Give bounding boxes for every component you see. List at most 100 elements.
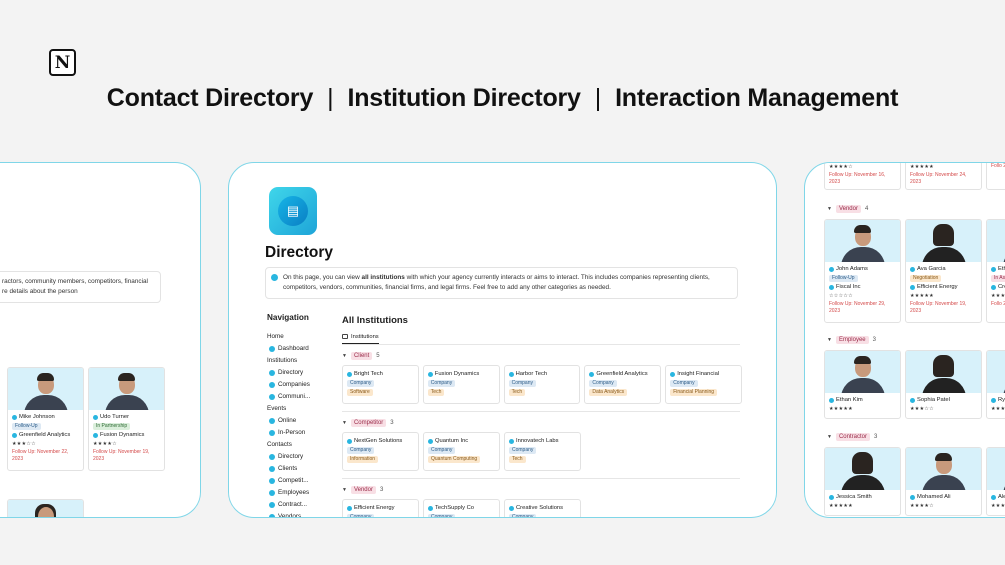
person-card[interactable]: Eth In Ass Cre ★★★ Follo 2023: [986, 219, 1005, 323]
nav-item[interactable]: In-Person: [267, 427, 337, 439]
group-count: 5: [376, 353, 380, 359]
institution-card[interactable]: Harbor Tech Company Tech: [503, 365, 581, 404]
institution-card[interactable]: Quantum Inc Company Quantum Computing: [423, 432, 500, 471]
person-icon: [991, 495, 996, 500]
status-badge: Follow-Up: [829, 275, 858, 282]
nav-item[interactable]: Dashboard: [267, 343, 337, 355]
type-badge: Company: [589, 380, 617, 387]
nav-item[interactable]: Vendors: [267, 511, 337, 518]
person-name: Udo Turner: [100, 414, 129, 420]
nav-item[interactable]: Contract...: [267, 499, 337, 511]
group-name: Competitor: [350, 419, 387, 427]
rating-stars: ☆☆☆☆☆: [829, 293, 853, 299]
nav-item[interactable]: Communi...: [267, 391, 337, 403]
person-card[interactable]: [7, 499, 84, 517]
collapse-toggle-icon[interactable]: ▼: [342, 487, 347, 493]
group-header[interactable]: ▼ Competitor 3: [342, 419, 742, 427]
institution-card[interactable]: Innovatech Labs Company Tech: [504, 432, 581, 471]
group-header[interactable]: ▼ Client 5: [342, 352, 742, 360]
person-photo: [987, 351, 1005, 393]
nav-item[interactable]: Clients: [267, 463, 337, 475]
group-header[interactable]: ▼ Vendor 4: [827, 205, 868, 213]
callout-text: On this page, you can view: [283, 274, 362, 281]
person-card[interactable]: Udo Turner In Partnership Fusion Dynamic…: [88, 367, 165, 471]
institution-name: Insight Financial: [677, 371, 720, 377]
institution-icon: [347, 505, 352, 511]
callout-line: ractors, community members, competitors,…: [2, 278, 148, 285]
institution-card[interactable]: Fusion Dynamics Company Tech: [422, 365, 500, 404]
group-header[interactable]: ▼ Employee 3: [827, 336, 876, 344]
person-card[interactable]: Mohamed Ali ★★★★☆: [905, 447, 982, 516]
institution-card[interactable]: Insight Financial Company Financial Planni…: [665, 365, 742, 404]
person-card[interactable]: John Adams Follow-Up Fiscal Inc ☆☆☆☆☆ Follow…: [824, 219, 901, 323]
gallery-row: Bright Tech Company Software Fusion Dynamic…: [342, 365, 742, 404]
person-card[interactable]: Ethan Kim ★★★★★: [824, 350, 901, 419]
institution-name: Quantum Inc: [435, 438, 469, 444]
divider: [342, 344, 740, 345]
person-card[interactable]: Sophia Patel ★★★☆☆: [905, 350, 982, 419]
page-icon: [269, 430, 275, 436]
collapse-toggle-icon[interactable]: ▼: [827, 434, 832, 440]
collapse-toggle-icon[interactable]: ▼: [827, 337, 832, 343]
person-card[interactable]: Ava Garcia Negotiation Efficient Energy ★★★…: [905, 219, 982, 323]
nav-item: Events: [267, 403, 337, 415]
institution-card[interactable]: NextGen Solutions Company Information: [342, 432, 419, 471]
person-name: Ale: [998, 494, 1005, 500]
nav-item: Contacts: [267, 439, 337, 451]
institution-card[interactable]: Creative Solutions Company: [504, 499, 581, 517]
headline-interaction: Interaction Management: [615, 84, 899, 112]
person-icon: [910, 398, 915, 403]
person-card[interactable]: Jessica Smith ★★★★★: [824, 447, 901, 516]
group-header[interactable]: ▼ Vendor 3: [342, 486, 742, 494]
nav-item[interactable]: Companies: [267, 379, 337, 391]
person-photo: [906, 351, 981, 393]
collapse-toggle-icon[interactable]: ▼: [342, 420, 347, 426]
institution-card[interactable]: Bright Tech Company Software: [342, 365, 419, 404]
nav-item[interactable]: Directory: [267, 367, 337, 379]
rating-stars: ★★★★☆: [910, 503, 934, 509]
view-tab-institutions[interactable]: Institutions: [342, 334, 379, 344]
institution-card[interactable]: Efficient Energy Company: [342, 499, 419, 517]
navigation-title: Navigation: [267, 313, 309, 322]
page-icon: [269, 454, 275, 460]
person-card[interactable]: Follo 2023: [986, 163, 1005, 190]
institution-card[interactable]: Greenfield Analytics Company Data Analytic…: [584, 365, 662, 404]
nav-item-label: Vendors: [278, 513, 302, 518]
page-icon: [269, 382, 275, 388]
person-photo: [825, 351, 900, 393]
directory-app-icon: ▤: [269, 187, 317, 235]
rating-stars: ★★★☆☆: [12, 441, 36, 447]
institution-name: Efficient Energy: [354, 505, 395, 511]
institution-name: TechSupply Co: [435, 505, 474, 511]
institution-name: Fusion Dynamics: [434, 371, 480, 377]
person-card[interactable]: Mike Johnson Follow-Up Greenfield Analyt…: [7, 367, 84, 471]
person-photo: [987, 448, 1005, 490]
gallery-row: Efficient Energy Company TechSupply Co Comp…: [342, 499, 742, 517]
collapse-toggle-icon[interactable]: ▼: [342, 353, 347, 359]
institution-card[interactable]: TechSupply Co Company: [423, 499, 500, 517]
nav-item: Institutions: [267, 355, 337, 367]
nav-item-label: Institutions: [267, 357, 298, 364]
institution-icon: [347, 371, 352, 377]
description-callout: On this page, you can view all instituti…: [265, 267, 738, 299]
nav-item[interactable]: Employees: [267, 487, 337, 499]
person-card[interactable]: Rya ★★★: [986, 350, 1005, 419]
person-card[interactable]: ★★★★☆ Follow Up: November 16, 2023: [824, 163, 901, 190]
collapse-toggle-icon[interactable]: ▼: [827, 206, 832, 212]
institution-icon: [509, 438, 514, 444]
org-icon: [991, 285, 996, 290]
rating-stars: ★★★★☆: [829, 164, 853, 170]
nav-item[interactable]: Directory: [267, 451, 337, 463]
nav-item-label: Directory: [278, 369, 304, 376]
page-icon: [269, 514, 275, 517]
page-title: Directory: [265, 244, 334, 261]
sector-badge: Data Analytics: [589, 389, 628, 396]
status-badge: In Ass: [991, 275, 1005, 282]
person-card[interactable]: Ale ★★★: [986, 447, 1005, 516]
nav-item[interactable]: Online: [267, 415, 337, 427]
group-header[interactable]: ▼ Contractor 3: [827, 433, 877, 441]
person-card[interactable]: ★★★★★ Follow Up: November 24, 2023: [905, 163, 982, 190]
nav-item-label: Directory: [278, 453, 304, 460]
page-icon: [269, 478, 275, 484]
nav-item[interactable]: Competit...: [267, 475, 337, 487]
